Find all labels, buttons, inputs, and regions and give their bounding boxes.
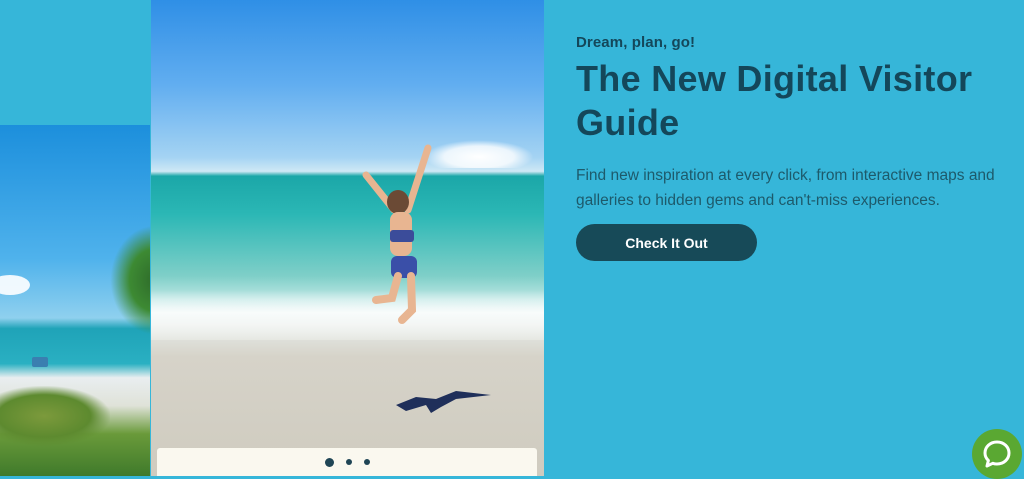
hero-content: Dream, plan, go! The New Digital Visitor… [576, 34, 1016, 213]
beach-chair [32, 357, 48, 367]
hero-description: Find new inspiration at every click, fro… [576, 167, 995, 209]
carousel-dot-2[interactable] [345, 459, 352, 465]
carousel-dot-1[interactable] [324, 457, 334, 467]
carousel-pagination [157, 448, 537, 476]
previous-slide-photo[interactable] [0, 125, 150, 476]
carousel-dot-3[interactable] [363, 459, 370, 465]
beach-vegetation [0, 386, 110, 446]
hero-photo [151, 0, 544, 476]
chat-button[interactable] [972, 429, 1022, 479]
check-it-out-button[interactable]: Check It Out [576, 224, 757, 261]
girl-shadow [396, 391, 491, 413]
chat-bubble-icon [983, 440, 1011, 468]
page-title: The New Digital Visitor Guide [576, 58, 973, 143]
eyebrow-text: Dream, plan, go! [576, 34, 696, 51]
jumping-girl [362, 144, 432, 324]
palm-tree [110, 225, 150, 335]
cloud [0, 275, 30, 295]
